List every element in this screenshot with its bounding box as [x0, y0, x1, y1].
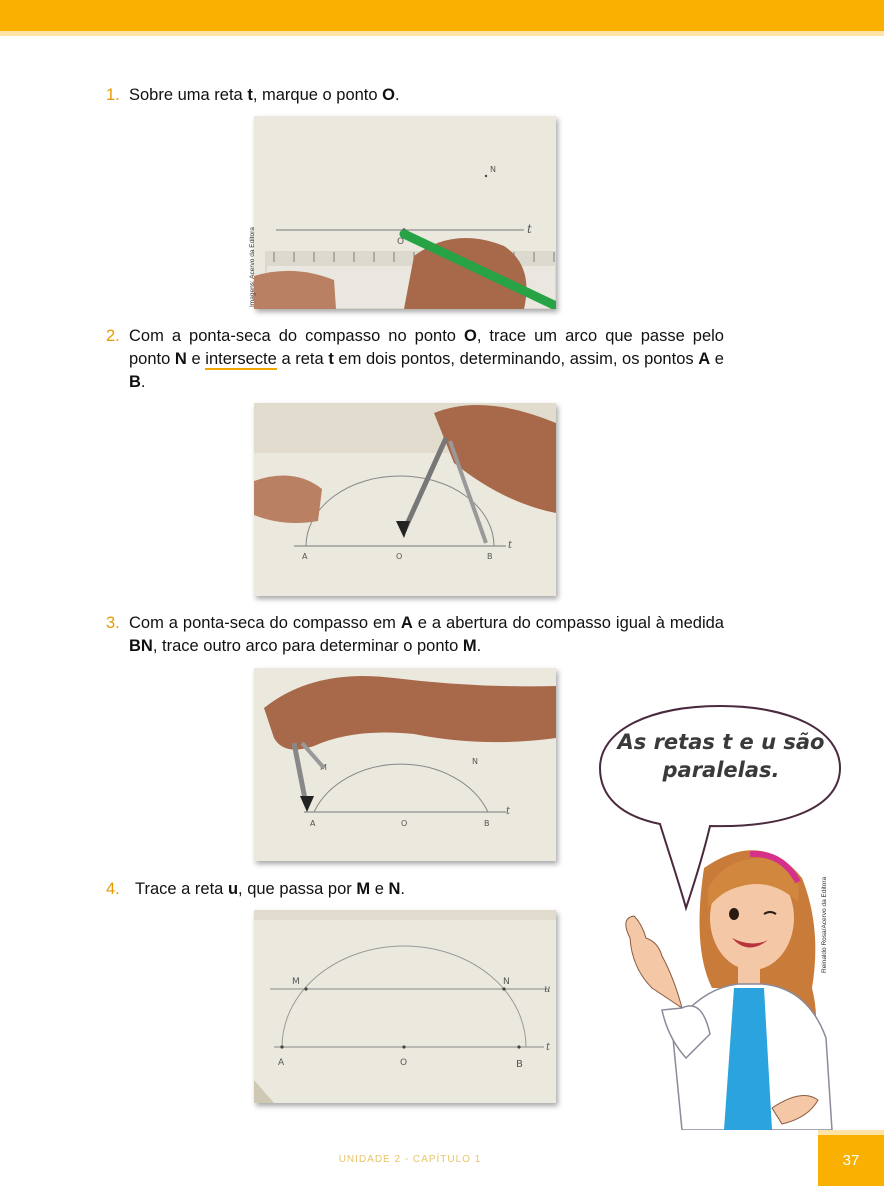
- text-run: , marque o ponto: [252, 86, 383, 104]
- bold-term: A: [400, 614, 413, 632]
- label-b: B: [487, 552, 493, 561]
- step-text: Com a ponta-seca do compasso em A e a ab…: [129, 612, 724, 658]
- photo-step-3: M N A O B t: [254, 668, 556, 861]
- label-a: A: [310, 819, 316, 828]
- label-n: N: [503, 977, 510, 987]
- photo-step-2: A O B t: [254, 403, 556, 596]
- label-n: N: [490, 165, 496, 174]
- highlighted-word: intersecte: [205, 350, 277, 370]
- bold-term: M: [462, 637, 477, 655]
- step-3: 3. Com a ponta-seca do compasso em A e a…: [106, 612, 724, 658]
- step-2: 2. Com a ponta-seca do compasso no ponto…: [106, 325, 724, 394]
- label-o: O: [400, 1058, 407, 1068]
- text-run: , que passa por: [238, 880, 357, 898]
- page-number-box-stripe: [818, 1130, 884, 1135]
- bold-term: u: [227, 880, 239, 898]
- text-run: e: [370, 880, 389, 898]
- text-run: .: [400, 880, 405, 898]
- text-run: Com a ponta-seca do compasso em: [129, 614, 401, 632]
- photo-step-1: t O N: [254, 116, 556, 309]
- label-t: t: [527, 222, 532, 236]
- footer-chapter: UNIDADE 2 - CAPÍTULO 1: [338, 1154, 482, 1165]
- label-b: B: [516, 1059, 523, 1070]
- step-number: 2.: [106, 327, 120, 345]
- label-m: M: [292, 977, 300, 987]
- bold-term: N: [388, 880, 401, 898]
- page-number: 37: [842, 1152, 860, 1169]
- text-run: .: [395, 86, 400, 104]
- text-run: .: [140, 373, 146, 391]
- speech-line-1: As retas t e u são: [617, 730, 825, 754]
- bold-term: N: [174, 350, 187, 368]
- text-run: a reta: [276, 350, 329, 368]
- girl-illustration: [625, 850, 833, 1130]
- step-number: 4.: [106, 880, 120, 898]
- bold-term: O: [382, 86, 395, 104]
- text-run: Com a ponta-seca do compasso no ponto: [129, 327, 464, 345]
- speech-bubble-text: As retas t e u são paralelas.: [612, 728, 830, 784]
- step-text: Com a ponta-seca do compasso no ponto O,…: [129, 325, 724, 394]
- photo-credit-text: Imagens: Acervo da Editora: [249, 227, 256, 307]
- speech-line-2: paralelas.: [662, 758, 780, 782]
- label-n: N: [472, 757, 478, 766]
- bold-term: O: [463, 327, 477, 345]
- text-run: Sobre uma reta: [129, 86, 248, 104]
- text-run: em dois pontos, determinando, assim, os …: [333, 350, 699, 368]
- text-run: e: [710, 350, 724, 368]
- text-run: .: [476, 637, 482, 655]
- step-1: 1. Sobre uma reta t, marque o ponto O.: [106, 84, 724, 107]
- label-u: u: [544, 984, 550, 995]
- text-run: e a abertura do compasso igual à medida: [412, 614, 724, 632]
- label-a: A: [302, 552, 308, 561]
- label-o: O: [401, 819, 407, 828]
- text-run: e: [186, 350, 206, 368]
- label-b: B: [484, 819, 490, 828]
- step-number: 1.: [106, 86, 120, 104]
- step-text: Sobre uma reta t, marque o ponto O.: [129, 84, 724, 107]
- bold-term: BN: [129, 637, 153, 655]
- photo-credit: Imagens: Acervo da Editora: [242, 215, 256, 307]
- bold-term: M: [356, 880, 371, 898]
- text-run: , trace outro arco para determinar o pon…: [152, 637, 463, 655]
- photo-step-4: M N u A O B t: [254, 910, 556, 1103]
- label-a: A: [278, 1058, 285, 1068]
- top-bar-stripe: [0, 31, 884, 36]
- bold-term: B: [129, 373, 141, 391]
- step-number: 3.: [106, 614, 120, 632]
- bold-term: A: [698, 350, 711, 368]
- text-run: Trace a reta: [135, 880, 228, 898]
- top-color-bar: [0, 0, 884, 31]
- label-o: O: [396, 552, 402, 561]
